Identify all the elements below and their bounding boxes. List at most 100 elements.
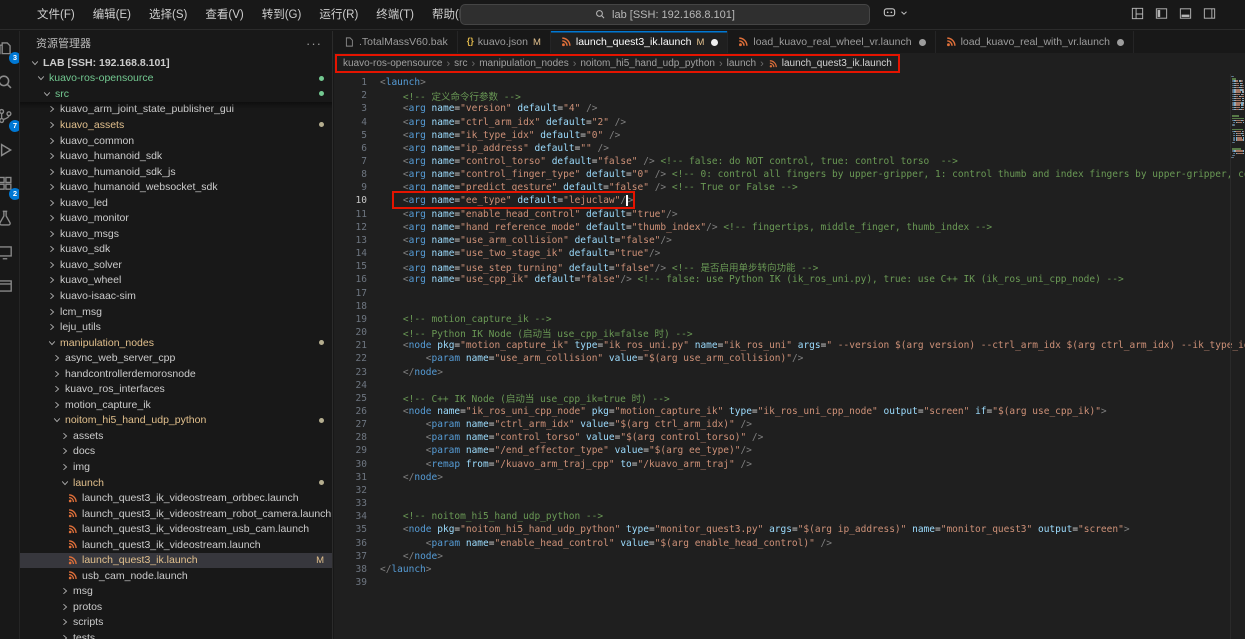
code-line[interactable]: 3 <arg name="version" default="4" /> xyxy=(334,102,1245,115)
tree-item[interactable]: LAB [SSH: 192.168.8.101] xyxy=(20,55,332,71)
tree-item[interactable]: launch_quest3_ik_videostream_robot_camer… xyxy=(20,506,332,522)
line-number[interactable]: 8 xyxy=(334,169,367,180)
line-number[interactable]: 35 xyxy=(334,524,367,535)
activity-item[interactable] xyxy=(0,274,20,300)
tree-item[interactable]: tests xyxy=(20,630,332,639)
code-line[interactable]: 6 <arg name="ip_address" default="" /> xyxy=(334,142,1245,155)
code-line[interactable]: 28 <param name="control_torso" value="$(… xyxy=(334,431,1245,444)
tree-item[interactable]: async_web_server_cpp xyxy=(20,350,332,366)
tree-item[interactable]: kuavo_solver xyxy=(20,257,332,273)
line-number[interactable]: 26 xyxy=(334,406,367,417)
code-editor[interactable]: 1<launch>2 <!-- 定义命令行参数 -->3 <arg name="… xyxy=(334,74,1245,639)
tree-item[interactable]: launch_quest3_ik_videostream_usb_cam.lau… xyxy=(20,521,332,537)
line-number[interactable]: 16 xyxy=(334,274,367,285)
tab-dirty-dot[interactable] xyxy=(711,39,718,46)
line-number[interactable]: 4 xyxy=(334,117,367,128)
line-number[interactable]: 23 xyxy=(334,367,367,378)
tree-item[interactable]: kuavo-ros-opensource xyxy=(20,71,332,87)
command-center-search[interactable]: lab [SSH: 192.168.8.101] xyxy=(460,4,870,25)
line-number[interactable]: 30 xyxy=(334,459,367,470)
menu-item[interactable]: 文件(F) xyxy=(28,0,84,30)
code-line[interactable]: 13 <arg name="use_arm_collision" default… xyxy=(334,234,1245,247)
toggle-secondary-sidebar-icon[interactable] xyxy=(1202,6,1217,21)
code-line[interactable]: 34 <!-- noitom_hi5_hand_udp_python --> xyxy=(334,510,1245,523)
editor-tab[interactable]: load_kuavo_real_wheel_vr.launch xyxy=(728,31,935,53)
line-number[interactable]: 14 xyxy=(334,248,367,259)
menu-item[interactable]: 查看(V) xyxy=(196,0,252,30)
tree-item[interactable]: msg xyxy=(20,584,332,600)
code-line[interactable]: 31 </node> xyxy=(334,471,1245,484)
activity-item[interactable]: 7 xyxy=(0,104,20,130)
code-line[interactable]: 27 <param name="ctrl_arm_idx" value="$(a… xyxy=(334,418,1245,431)
code-line[interactable]: 7 <arg name="control_torso" default="fal… xyxy=(334,155,1245,168)
breadcrumb-item[interactable]: launch_quest3_ik.launch xyxy=(782,58,892,69)
activity-item[interactable] xyxy=(0,70,20,96)
code-line[interactable]: 22 <param name="use_arm_collision" value… xyxy=(334,352,1245,365)
line-number[interactable]: 1 xyxy=(334,77,367,88)
tree-item[interactable]: src xyxy=(20,86,332,102)
line-number[interactable]: 3 xyxy=(334,103,367,114)
code-line[interactable]: 18 xyxy=(334,300,1245,313)
tree-item[interactable]: kuavo_msgs xyxy=(20,226,332,242)
menu-item[interactable]: 选择(S) xyxy=(140,0,196,30)
line-number[interactable]: 19 xyxy=(334,314,367,325)
minimap[interactable] xyxy=(1231,76,1244,639)
code-line[interactable]: 20 <!-- Python IK Node (启动当 use_cpp_ik=f… xyxy=(334,326,1245,339)
customize-layout-icon[interactable] xyxy=(1130,6,1145,21)
toggle-primary-sidebar-icon[interactable] xyxy=(1154,6,1169,21)
code-line[interactable]: 8 <arg name="control_finger_type" defaul… xyxy=(334,168,1245,181)
code-line[interactable]: 1<launch> xyxy=(334,76,1245,89)
activity-item[interactable] xyxy=(0,206,20,232)
tree-item[interactable]: lcm_msg xyxy=(20,304,332,320)
breadcrumb-item[interactable]: src xyxy=(454,58,467,69)
line-number[interactable]: 29 xyxy=(334,445,367,456)
tree-item[interactable]: noitom_hi5_hand_udp_python xyxy=(20,413,332,429)
line-number[interactable]: 32 xyxy=(334,485,367,496)
activity-item[interactable] xyxy=(0,240,20,266)
code-line[interactable]: 26 <node name="ik_ros_uni_cpp_node" pkg=… xyxy=(334,405,1245,418)
tree-item[interactable]: kuavo_sdk xyxy=(20,242,332,258)
editor-tab[interactable]: {}kuavo.jsonM xyxy=(458,31,551,53)
line-number[interactable]: 27 xyxy=(334,419,367,430)
code-line[interactable]: 9 <arg name="predict_gesture" default="f… xyxy=(334,181,1245,194)
tree-item[interactable]: usb_cam_node.launch xyxy=(20,568,332,584)
tree-item[interactable]: kuavo_wheel xyxy=(20,273,332,289)
code-line[interactable]: 23 </node> xyxy=(334,365,1245,378)
tree-item[interactable]: kuavo_ros_interfaces xyxy=(20,381,332,397)
tree-item[interactable]: kuavo_humanoid_sdk xyxy=(20,148,332,164)
line-number[interactable]: 34 xyxy=(334,511,367,522)
activity-item[interactable]: 3 xyxy=(0,36,20,62)
toggle-panel-icon[interactable] xyxy=(1178,6,1193,21)
tree-item[interactable]: kuavo_humanoid_sdk_js xyxy=(20,164,332,180)
menu-item[interactable]: 终端(T) xyxy=(367,0,423,30)
tree-item[interactable]: launch xyxy=(20,475,332,491)
tree-item[interactable]: assets xyxy=(20,428,332,444)
copilot-menu-button[interactable] xyxy=(882,5,909,20)
code-line[interactable]: 32 xyxy=(334,484,1245,497)
explorer-more-actions-icon[interactable]: ··· xyxy=(306,36,322,51)
code-line[interactable]: 12 <arg name="hand_reference_mode" defau… xyxy=(334,221,1245,234)
menu-item[interactable]: 转到(G) xyxy=(253,0,311,30)
code-line[interactable]: 2 <!-- 定义命令行参数 --> xyxy=(334,89,1245,102)
line-number[interactable]: 20 xyxy=(334,327,367,338)
editor-tab[interactable]: launch_quest3_ik.launchM xyxy=(551,31,729,53)
code-line[interactable]: 17 xyxy=(334,287,1245,300)
line-number[interactable]: 33 xyxy=(334,498,367,509)
line-number[interactable]: 2 xyxy=(334,90,367,101)
editor-tab[interactable]: .TotalMassV60.bak xyxy=(334,31,458,53)
line-number[interactable]: 39 xyxy=(334,577,367,588)
line-number[interactable]: 5 xyxy=(334,130,367,141)
tree-item[interactable]: motion_capture_ik xyxy=(20,397,332,413)
line-number[interactable]: 9 xyxy=(334,182,367,193)
tree-item[interactable]: handcontrollerdemorosnode xyxy=(20,366,332,382)
activity-item[interactable] xyxy=(0,138,20,164)
code-line[interactable]: 10 <arg name="ee_type" default="lejuclaw… xyxy=(334,194,1245,207)
tree-item[interactable]: leju_utils xyxy=(20,319,332,335)
code-line[interactable]: 33 xyxy=(334,497,1245,510)
code-line[interactable]: 11 <arg name="enable_head_control" defau… xyxy=(334,208,1245,221)
code-line[interactable]: 39 xyxy=(334,576,1245,589)
tree-item[interactable]: kuavo_common xyxy=(20,133,332,149)
tab-dirty-dot[interactable] xyxy=(1117,39,1124,46)
activity-item[interactable]: 2 xyxy=(0,172,20,198)
tree-item[interactable]: launch_quest3_ik_videostream_orbbec.laun… xyxy=(20,490,332,506)
